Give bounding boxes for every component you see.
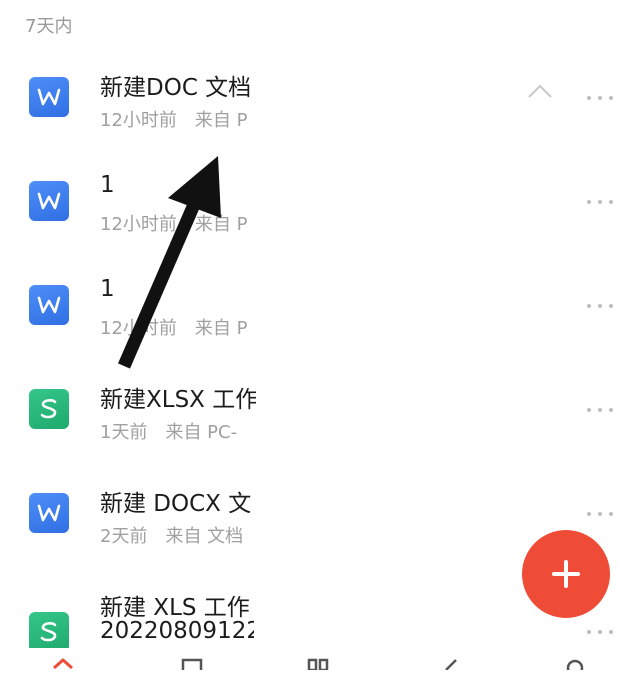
file-title: 新建XLSX 工作 xyxy=(100,387,256,413)
file-title-line2: 20220809122 xyxy=(100,618,254,644)
file-row[interactable]: 新建XLSX 工作 1天前 来自 PC- xyxy=(0,368,640,472)
file-time: 12小时前 xyxy=(100,214,177,235)
file-title: 新建DOC 文档 xyxy=(100,75,252,101)
file-row[interactable]: 1 12小时前 来自 P xyxy=(0,160,640,264)
more-options-icon[interactable] xyxy=(587,406,613,414)
file-row[interactable]: 新建DOC 文档 12小时前 来自 P xyxy=(0,56,640,160)
word-doc-icon xyxy=(29,493,69,533)
file-time: 12小时前 xyxy=(100,318,177,339)
file-meta: 12小时前 来自 P xyxy=(100,106,254,132)
file-source: 来自 文档 xyxy=(165,526,244,547)
profile-tab-icon[interactable] xyxy=(564,656,586,670)
file-meta: 1天前 来自 PC- xyxy=(100,418,254,444)
create-new-fab[interactable] xyxy=(522,530,610,618)
file-time: 1天前 xyxy=(100,422,148,443)
bottom-nav-bar xyxy=(0,648,640,670)
file-meta: 12小时前 来自 P xyxy=(100,210,254,236)
files-tab-icon[interactable] xyxy=(181,656,203,670)
more-options-icon[interactable] xyxy=(587,510,613,518)
file-row[interactable]: 1 12小时前 来自 P xyxy=(0,264,640,368)
file-title: 新建 XLS 工作 xyxy=(100,595,250,621)
spreadsheet-icon xyxy=(29,612,69,652)
file-title: 新建 DOCX 文 xyxy=(100,491,252,517)
file-meta: 2天前 来自 文档 xyxy=(100,522,254,548)
file-title: 1 xyxy=(100,276,115,302)
file-source: 来自 P xyxy=(194,318,248,339)
file-source: 来自 PC- xyxy=(165,422,238,443)
more-options-icon[interactable] xyxy=(587,628,613,636)
file-time: 12小时前 xyxy=(100,110,177,131)
file-meta: 12小时前 来自 P xyxy=(100,314,254,340)
file-title: 1 xyxy=(100,172,115,198)
home-tab-icon[interactable] xyxy=(52,656,74,670)
section-header-7days: 7天内 xyxy=(25,16,73,37)
more-options-icon[interactable] xyxy=(587,302,613,310)
share-tab-icon[interactable] xyxy=(440,656,462,670)
file-time: 2天前 xyxy=(100,526,148,547)
more-options-icon[interactable] xyxy=(587,198,613,206)
more-options-icon[interactable] xyxy=(587,94,613,102)
star-icon[interactable] xyxy=(527,84,553,98)
file-source: 来自 P xyxy=(194,214,248,235)
apps-tab-icon[interactable] xyxy=(307,656,329,670)
word-doc-icon xyxy=(29,181,69,221)
file-source: 来自 P xyxy=(194,110,248,131)
word-doc-icon xyxy=(29,285,69,325)
spreadsheet-icon xyxy=(29,389,69,429)
word-doc-icon xyxy=(29,77,69,117)
